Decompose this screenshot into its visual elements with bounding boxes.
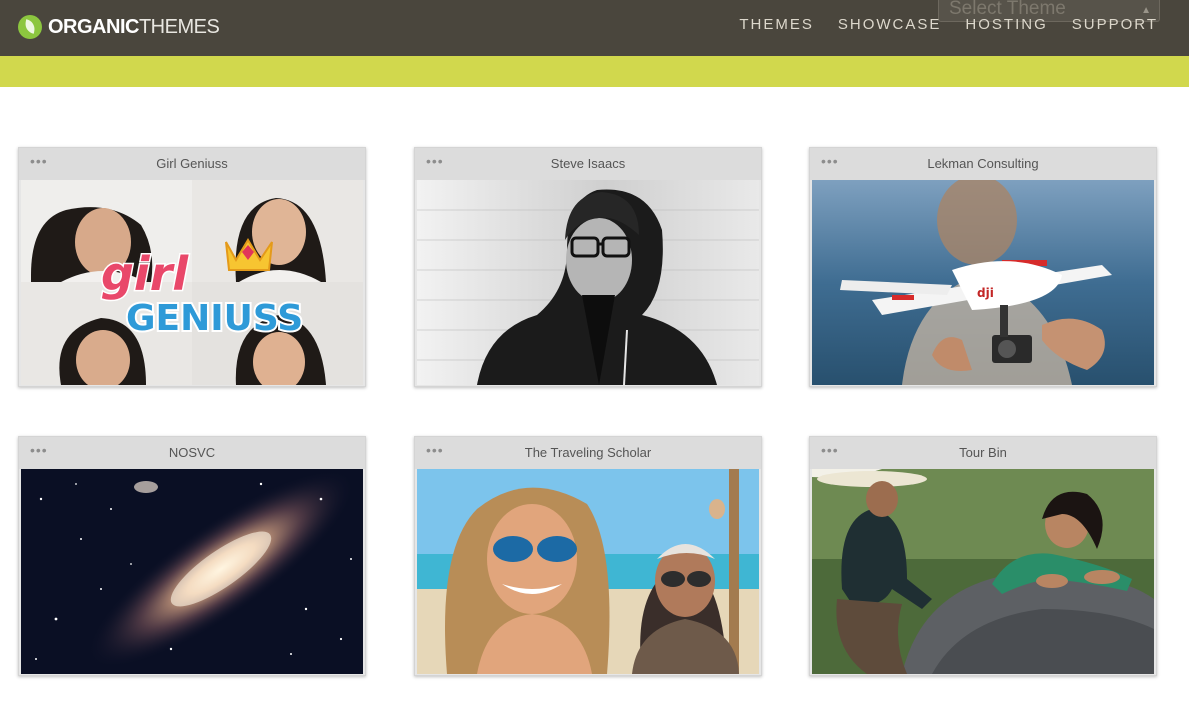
card-title: Girl Geniuss — [156, 156, 228, 171]
nav-hosting[interactable]: HOSTING — [965, 16, 1047, 34]
girl-geniuss-logo-text-1: girl — [101, 247, 189, 301]
drone-brand-text: dji — [977, 286, 994, 300]
showcase-card-lekman-consulting[interactable]: ••• Lekman Consulting dji — [809, 147, 1157, 387]
logo-bold-text: ORGANIC — [48, 15, 139, 38]
nav-support[interactable]: SUPPORT — [1072, 16, 1158, 34]
showcase-card-steve-isaacs[interactable]: ••• Steve Isaacs — [414, 147, 762, 387]
card-title: Lekman Consulting — [927, 156, 1039, 171]
showcase-card-tour-bin[interactable]: ••• Tour Bin — [809, 436, 1157, 676]
card-thumbnail[interactable] — [21, 469, 363, 674]
site-logo[interactable]: ORGANICTHEMES — [18, 13, 220, 41]
card-title: Tour Bin — [959, 445, 1007, 460]
card-header: ••• Tour Bin — [810, 437, 1156, 469]
card-header: ••• Lekman Consulting — [810, 148, 1156, 180]
showcase-card-the-traveling-scholar[interactable]: ••• The Traveling Scholar — [414, 436, 762, 676]
showcase-card-nosvc[interactable]: ••• NOSVC — [18, 436, 366, 676]
card-header: ••• Steve Isaacs — [415, 148, 761, 180]
main-nav: THEMES SHOWCASE HOSTING SUPPORT — [739, 16, 1158, 34]
logo-light-text: THEMES — [138, 15, 220, 38]
card-thumbnail[interactable]: girl GENIUSS — [21, 180, 363, 385]
nav-showcase[interactable]: SHOWCASE — [838, 16, 942, 34]
card-header: ••• The Traveling Scholar — [415, 437, 761, 469]
card-thumbnail[interactable] — [417, 469, 759, 674]
card-title: Steve Isaacs — [550, 156, 626, 171]
accent-bar — [0, 56, 1189, 87]
card-thumbnail[interactable] — [417, 180, 759, 385]
card-title: NOSVC — [168, 445, 216, 460]
card-header: ••• Girl Geniuss — [19, 148, 365, 180]
leaf-logo-icon — [18, 15, 42, 39]
showcase-card-girl-geniuss[interactable]: ••• Girl Geniuss girl GENIUSS — [18, 147, 366, 387]
card-title: The Traveling Scholar — [524, 445, 652, 460]
card-header: ••• NOSVC — [19, 437, 365, 469]
top-navigation-bar: ORGANICTHEMES Select Theme ▲ THEMES SHOW… — [0, 0, 1189, 56]
girl-geniuss-logo-text-2: GENIUSS — [126, 298, 303, 339]
card-thumbnail[interactable] — [812, 469, 1154, 674]
nav-themes[interactable]: THEMES — [739, 16, 814, 34]
card-thumbnail[interactable]: dji — [812, 180, 1154, 385]
